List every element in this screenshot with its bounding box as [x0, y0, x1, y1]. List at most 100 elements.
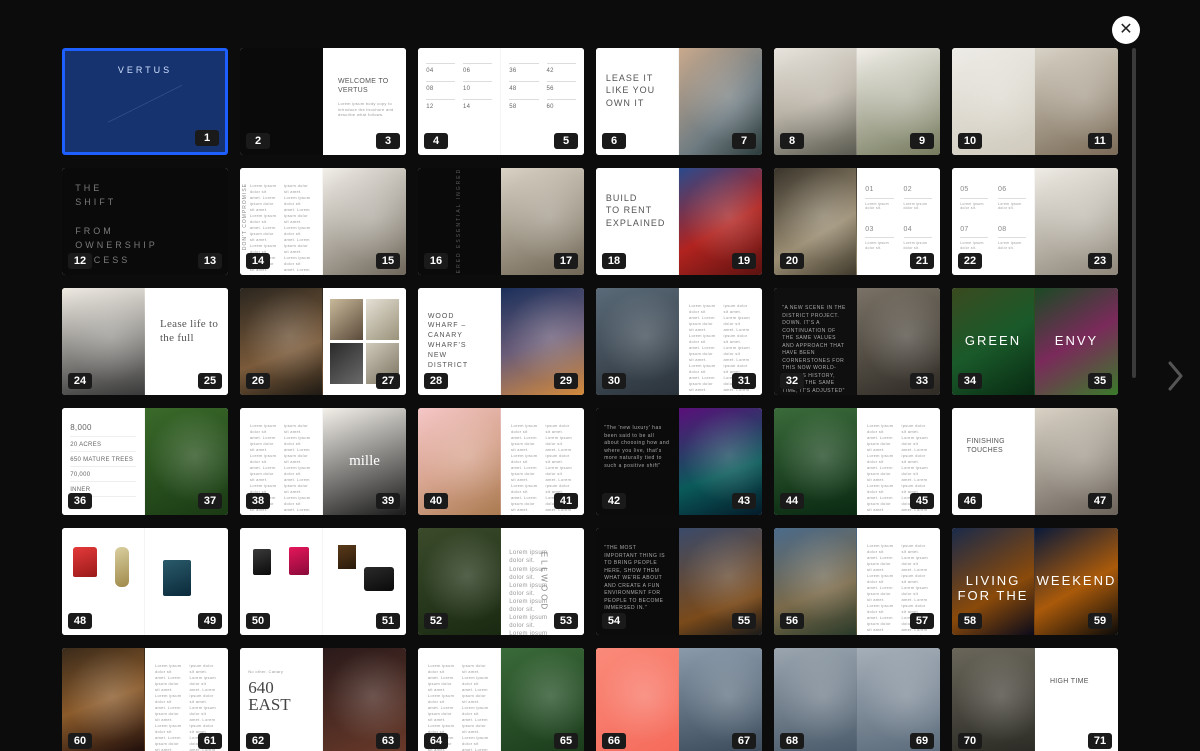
page-number: 13 — [198, 253, 222, 269]
page-number: 7 — [732, 133, 756, 149]
thumbnail-spread[interactable]: 50 51 — [240, 528, 406, 635]
page-number: 19 — [732, 253, 756, 269]
thumbnail-spread[interactable]: 2627 — [240, 288, 406, 395]
close-button[interactable]: ✕ — [1112, 16, 1140, 44]
page-number: 11 — [1088, 133, 1112, 149]
thumbnail-spread[interactable]: 01Lorem ipsum dolor sit.02Lorem ipsum do… — [774, 168, 940, 275]
page-number: 33 — [910, 373, 934, 389]
thumbnail-spread[interactable]: Lorem ipsum dolor sit amet. Lorem ipsum … — [774, 528, 940, 635]
thumbnail-spread[interactable]: BUILDTO RENTEXPLAINED1819 — [596, 168, 762, 275]
thumbnail-spread[interactable]: Lorem ipsum dolor sit amet. Lorem ipsum … — [418, 648, 584, 751]
thumbnail-spread[interactable]: Lorem ipsum dolor sit amet. Lorem ipsum … — [240, 408, 406, 515]
thumbnail-spread[interactable]: LEASE ITLIKE YOUOWN IT67 — [596, 48, 762, 155]
page-number: 65 — [554, 733, 578, 749]
thumbnail-spread[interactable]: WELCOME TO VERTUSLorem ipsum body copy t… — [240, 48, 406, 155]
thumbnail-spread[interactable]: Lorem ipsum dolor sit amet. Lorem ipsum … — [774, 408, 940, 515]
page-number: 9 — [910, 133, 934, 149]
page-number: 68 — [780, 733, 804, 749]
page-number: 67 — [732, 733, 756, 749]
page-number: 31 — [732, 373, 756, 389]
page-number: 40 — [424, 493, 448, 509]
scrollbar[interactable] — [1132, 48, 1136, 738]
page-number: 10 — [958, 133, 982, 149]
page-number: 55 — [732, 613, 756, 629]
page-number: 48 — [68, 613, 92, 629]
thumbnail-spread[interactable]: WOODWHARF –CANARYWHARF'SNEWDISTRICT2829 — [418, 288, 584, 395]
page-number: 45 — [910, 493, 934, 509]
page-number: 34 — [958, 373, 982, 389]
page-number: 42 — [602, 493, 626, 509]
thumbnail-spread[interactable]: 10 11 — [952, 48, 1118, 155]
thumbnail-spread[interactable]: "THE MOST IMPORTANT THING IS TO BRING PE… — [596, 528, 762, 635]
page-number: 30 — [602, 373, 626, 389]
thumbnail-spread[interactable]: DON'T COMPROMISELorem ipsum dolor sit am… — [240, 168, 406, 275]
page-number: 53 — [554, 613, 578, 629]
thumbnail-spread[interactable]: 8,00020 ACRES650 MATURE TREES70,000INNER… — [62, 408, 228, 515]
thumbnail-spread[interactable]: LIVING FOR THEWEEKEND5859 — [952, 528, 1118, 635]
thumbnail-spread[interactable]: Lease life to the full2425 — [62, 288, 228, 395]
page-number: 58 — [958, 613, 982, 629]
page-number: 41 — [554, 493, 578, 509]
page-number: 64 — [424, 733, 448, 749]
page-number: 23 — [1088, 253, 1112, 269]
thumbnail-grid: VERTUS1WELCOME TO VERTUSLorem ipsum body… — [62, 48, 1128, 751]
next-arrow[interactable] — [1158, 346, 1194, 406]
page-number: 66 — [602, 733, 626, 749]
thumbnail-spread[interactable]: Lorem ipsum dolor sit amet. Lorem ipsum … — [418, 408, 584, 515]
thumbnail-spread[interactable]: 05Lorem ipsum dolor sit.06Lorem ipsum do… — [952, 168, 1118, 275]
page-number: 69 — [910, 733, 934, 749]
thumbnail-spread[interactable]: 89 — [774, 48, 940, 155]
thumbnail-spread[interactable]: 48 49 — [62, 528, 228, 635]
thumbnail-spread[interactable]: "The 'new luxury' has been said to be al… — [596, 408, 762, 515]
thumbnail-overview: ✕ VERTUS1WELCOME TO VERTUSLorem ipsum bo… — [0, 0, 1200, 751]
scrollbar-thumb[interactable] — [1132, 48, 1136, 378]
page-number: 6 — [602, 133, 626, 149]
page-number: 35 — [1088, 373, 1112, 389]
thumbnail-spread[interactable]: 68 69 — [774, 648, 940, 751]
page-number: 22 — [958, 253, 982, 269]
page-number: 44 — [780, 493, 804, 509]
page-number: 15 — [376, 253, 400, 269]
page-number: 62 — [246, 733, 270, 749]
page-number: 54 — [602, 613, 626, 629]
thumbnail-spread[interactable]: Lorem ipsum dolor sit amet. Lorem ipsum … — [62, 648, 228, 751]
page-number: 39 — [376, 493, 400, 509]
page-number: 2 — [246, 133, 270, 149]
thumbnail-spread[interactable]: EXPERIENCES CONSIDERED ESSENTIAL INGREDI… — [418, 168, 584, 275]
page-number: 36 — [68, 493, 92, 509]
thumbnail-spread[interactable]: No other. Canary640 EAST6263 — [240, 648, 406, 751]
thumbnail-spread[interactable]: FINISHING TOUCHES4647 — [952, 408, 1118, 515]
thumbnail-spread[interactable]: THESHIFT FROMOWNERSHIPACCESS1213 — [62, 168, 228, 275]
thumbnail-spread[interactable]: 04060810121436424856586045 — [418, 48, 584, 155]
page-number: 18 — [602, 253, 626, 269]
page-number: 12 — [68, 253, 92, 269]
page-number: 38 — [246, 493, 270, 509]
page-number: 25 — [198, 373, 222, 389]
page-number: 20 — [780, 253, 804, 269]
thumbnail-spread[interactable]: "A NEW SCENE IN THE DISTRICT PROJECT. DO… — [774, 288, 940, 395]
page-number: 8 — [780, 133, 804, 149]
thumbnail-spread[interactable]: 66 67 — [596, 648, 762, 751]
thumbnail-spread[interactable]: GREENENVY3435 — [952, 288, 1118, 395]
page-number: 14 — [246, 253, 270, 269]
page-number: 49 — [198, 613, 222, 629]
page-number: 56 — [780, 613, 804, 629]
page-number: 3 — [376, 133, 400, 149]
thumbnail-spread[interactable]: HIGH TIME7071 — [952, 648, 1118, 751]
page-number: 5 — [554, 133, 578, 149]
page-number: 52 — [424, 613, 448, 629]
page-number: 1 — [195, 130, 219, 146]
thumbnail-spread[interactable]: VERTUS1 — [62, 48, 228, 155]
page-number: 27 — [376, 373, 400, 389]
thumbnail-spread[interactable]: Lorem ipsum dolor sit amet. Lorem ipsum … — [596, 288, 762, 395]
page-number: 47 — [1088, 493, 1112, 509]
page-number: 51 — [376, 613, 400, 629]
page-number: 63 — [376, 733, 400, 749]
page-number: 16 — [424, 253, 448, 269]
page-number: 32 — [780, 373, 804, 389]
thumbnail-grid-scroll[interactable]: VERTUS1WELCOME TO VERTUSLorem ipsum body… — [62, 48, 1128, 751]
page-number: 59 — [1088, 613, 1112, 629]
page-number: 50 — [246, 613, 270, 629]
thumbnail-spread[interactable]: ELLWOODLorem ipsum dolor sit. Lorem ipsu… — [418, 528, 584, 635]
page-number: 71 — [1088, 733, 1112, 749]
